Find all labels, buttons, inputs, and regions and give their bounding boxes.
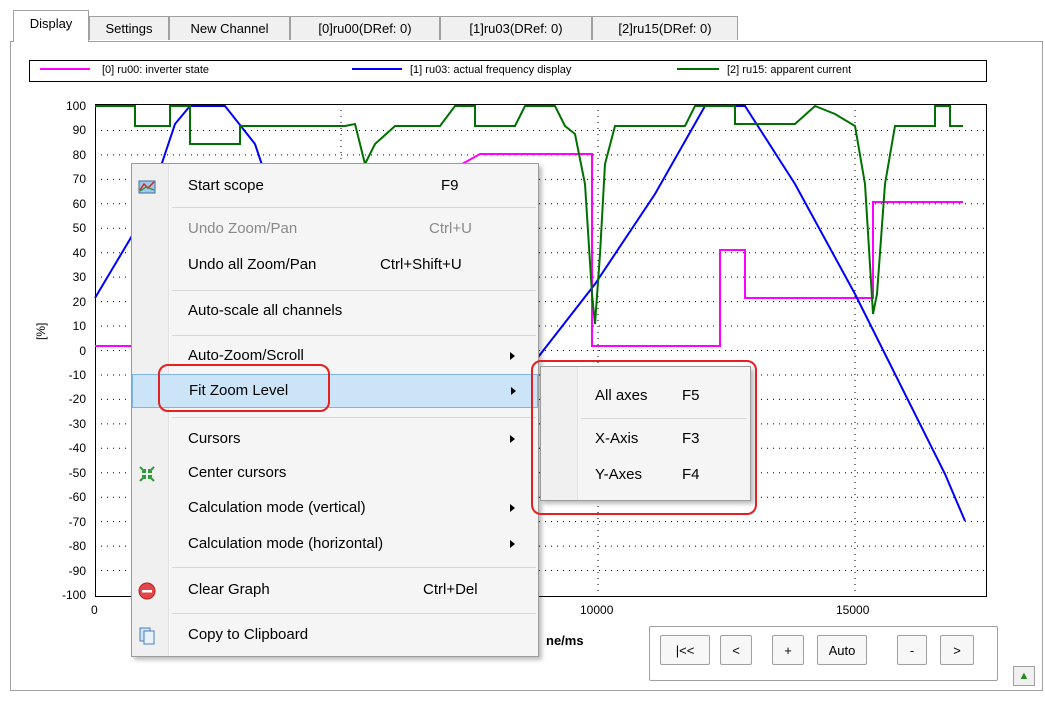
menu-item-label: Undo Zoom/Pan xyxy=(188,220,298,237)
y-tick-label: 80 xyxy=(72,147,86,162)
y-tick-label: -10 xyxy=(68,367,86,382)
chart-legend: [0] ru00: inverter state [1] ru03: actua… xyxy=(29,60,987,82)
scope-icon xyxy=(138,177,156,195)
legend-line-ru00 xyxy=(40,68,90,70)
menu-item-cursors[interactable]: Cursors xyxy=(132,424,538,454)
y-tick-label: -70 xyxy=(68,514,86,529)
menu-item-label: Cursors xyxy=(188,430,241,447)
menu-item-shortcut: F9 xyxy=(441,177,459,194)
x-axis-label: ne/ms xyxy=(546,633,584,648)
menu-item-shortcut: Ctrl+U xyxy=(429,220,472,237)
y-tick-label: 90 xyxy=(72,123,86,138)
center-cursors-icon xyxy=(138,464,156,482)
menu-item-label: Auto-scale all channels xyxy=(188,302,343,319)
submenu-arrow-icon xyxy=(511,387,516,395)
tab-display[interactable]: Display xyxy=(13,10,89,42)
y-tick-label: -30 xyxy=(68,416,86,431)
x-tick-15000: 15000 xyxy=(836,603,870,617)
y-tick-label: 30 xyxy=(72,270,86,285)
menu-item-label: Copy to Clipboard xyxy=(188,626,309,643)
y-tick-label: 70 xyxy=(72,172,86,187)
submenu-arrow-icon xyxy=(510,352,515,360)
menu-item-center-cursors[interactable]: Center cursors xyxy=(132,458,538,488)
next-button[interactable]: > xyxy=(940,635,974,665)
y-axis-label: [%] xyxy=(34,322,48,340)
y-tick-label: -80 xyxy=(68,539,86,554)
legend-label-ru03: [1] ru03: actual frequency display xyxy=(410,64,572,76)
menu-item-label: Start scope xyxy=(188,177,264,194)
menu-item-shortcut: Ctrl+Shift+U xyxy=(380,256,462,273)
legend-label-ru15: [2] ru15: apparent current xyxy=(727,64,852,76)
tab-new-channel[interactable]: New Channel xyxy=(169,16,290,40)
menu-item-undo-zoom-pan[interactable]: Undo Zoom/Pan Ctrl+U xyxy=(132,214,538,244)
tab-channel-ru00[interactable]: [0]ru00(DRef: 0) xyxy=(290,16,440,40)
menu-item-start-scope[interactable]: Start scope F9 xyxy=(132,171,538,201)
legend-line-ru15 xyxy=(677,68,719,70)
menu-item-label: Undo all Zoom/Pan xyxy=(188,256,317,273)
first-button[interactable]: |<< xyxy=(660,635,710,665)
submenu-arrow-icon xyxy=(510,435,515,443)
menu-separator xyxy=(172,335,536,336)
menu-item-label: Calculation mode (vertical) xyxy=(188,499,366,516)
y-tick-label: -100 xyxy=(61,588,86,602)
zoom-in-button[interactable]: + xyxy=(772,635,804,665)
x-tick-0: 0 xyxy=(91,603,98,617)
legend-line-ru03 xyxy=(352,68,402,70)
tab-channel-ru03[interactable]: [1]ru03(DRef: 0) xyxy=(440,16,592,40)
menu-item-shortcut: Ctrl+Del xyxy=(423,581,478,598)
menu-item-calc-mode-vertical[interactable]: Calculation mode (vertical) xyxy=(132,493,538,523)
tab-settings[interactable]: Settings xyxy=(89,16,169,40)
menu-separator xyxy=(172,613,536,614)
menu-separator xyxy=(172,207,536,208)
menu-item-auto-scale[interactable]: Auto-scale all channels xyxy=(132,296,538,326)
y-tick-label: -20 xyxy=(68,392,86,407)
y-tick-label: 20 xyxy=(72,294,86,309)
y-tick-label: 100 xyxy=(65,99,86,113)
submenu-arrow-icon xyxy=(510,504,515,512)
y-tick-label: 40 xyxy=(72,245,86,260)
prev-button[interactable]: < xyxy=(720,635,752,665)
clipboard-icon xyxy=(138,626,156,645)
y-tick-label: -90 xyxy=(68,563,86,578)
x-tick-10000: 10000 xyxy=(580,603,614,617)
legend-label-ru00: [0] ru00: inverter state xyxy=(102,64,209,76)
menu-item-calc-mode-horizontal[interactable]: Calculation mode (horizontal) xyxy=(132,529,538,559)
menu-item-copy-to-clipboard[interactable]: Copy to Clipboard xyxy=(132,620,538,650)
highlight-annotation-submenu xyxy=(531,360,757,515)
y-tick-label: -50 xyxy=(68,465,86,480)
highlight-annotation-fit-zoom xyxy=(158,364,330,412)
submenu-arrow-icon xyxy=(510,540,515,548)
tab-channel-ru15[interactable]: [2]ru15(DRef: 0) xyxy=(592,16,738,40)
menu-separator xyxy=(172,290,536,291)
y-tick-label: 0 xyxy=(79,343,86,358)
menu-item-label: Calculation mode (horizontal) xyxy=(188,535,384,552)
zoom-out-button[interactable]: - xyxy=(897,635,927,665)
menu-item-label: Center cursors xyxy=(188,464,287,481)
menu-separator xyxy=(172,567,536,568)
y-tick-label: -40 xyxy=(68,441,86,456)
tab-bar: Display Settings New Channel [0]ru00(DRe… xyxy=(0,0,1045,44)
y-tick-label: -60 xyxy=(68,490,86,505)
menu-item-undo-all-zoom-pan[interactable]: Undo all Zoom/Pan Ctrl+Shift+U xyxy=(132,250,538,280)
auto-button[interactable]: Auto xyxy=(817,635,867,665)
clear-icon xyxy=(138,581,156,600)
arrow-up-icon[interactable]: ▲ xyxy=(1013,666,1035,686)
y-tick-label: 50 xyxy=(72,221,86,236)
menu-item-label: Clear Graph xyxy=(188,581,270,598)
menu-item-clear-graph[interactable]: Clear Graph Ctrl+Del xyxy=(132,575,538,605)
menu-separator xyxy=(172,417,536,418)
y-tick-label: 60 xyxy=(72,196,86,211)
